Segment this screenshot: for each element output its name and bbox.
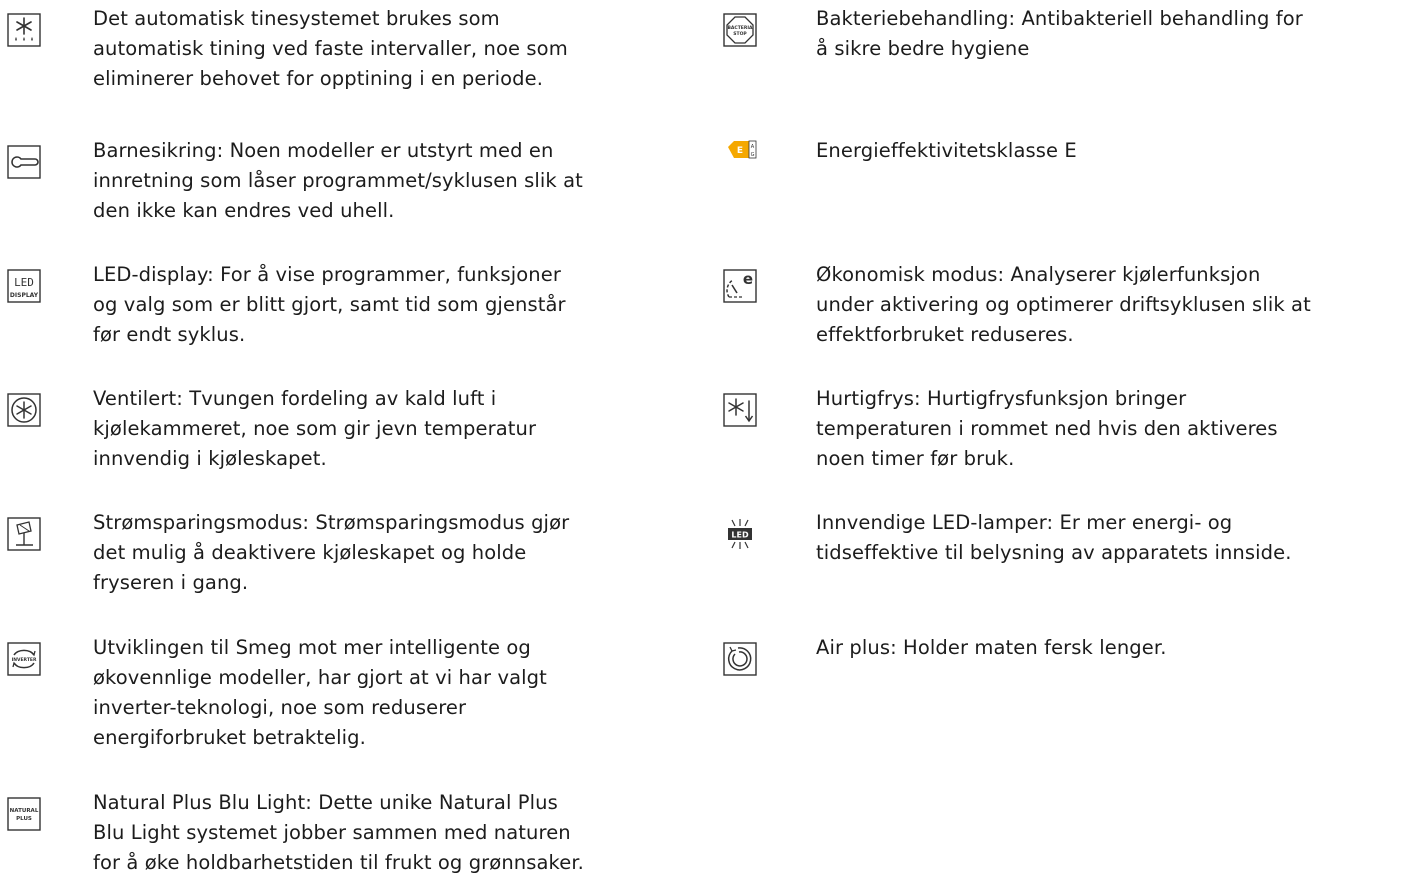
feature-text-line: før endt syklus. <box>93 323 246 346</box>
energy-class-icon: E A G <box>723 138 757 172</box>
eco-mode-icon-label: e <box>743 270 753 288</box>
led-display-icon-sublabel: DISPLAY <box>10 292 39 299</box>
feature-description: Ventilert: Tvungen fordeling av kald luf… <box>93 384 536 474</box>
feature-text-line: energiforbruket betraktelig. <box>93 726 366 749</box>
energy-scale-top: A <box>751 144 755 150</box>
feature-text-line: Utviklingen til Smeg mot mer intelligent… <box>93 636 531 659</box>
auto-defrost-icon <box>7 13 41 47</box>
feature-text-line: Barnesikring: Noen modeller er utstyrt m… <box>93 139 554 162</box>
feature-text-line: kjølekammeret, noe som gir jevn temperat… <box>93 417 537 440</box>
feature-description: Utviklingen til Smeg mot mer intelligent… <box>93 633 547 753</box>
interior-led-lamps-icon: LED <box>723 517 757 551</box>
feature-text-line: automatisk tining ved faste intervaller,… <box>93 37 568 60</box>
natural-plus-icon-sublabel: PLUS <box>16 816 32 822</box>
feature-text-line: Natural Plus Blu Light: Dette unike Natu… <box>93 791 558 814</box>
inverter-icon-label: INVERTER <box>12 657 37 663</box>
feature-text-line: Økonomisk modus: Analyserer kjølerfunksj… <box>816 263 1261 286</box>
feature-description: Det automatisk tinesystemet brukes som a… <box>93 4 568 94</box>
energy-scale-bottom: G <box>751 152 755 158</box>
feature-text-line: temperaturen i rommet ned hvis den aktiv… <box>816 417 1278 440</box>
feature-text-line: innretning som låser programmet/syklusen… <box>93 169 583 192</box>
feature-description: Barnesikring: Noen modeller er utstyrt m… <box>93 136 583 226</box>
feature-text-line: for å øke holdbarhetstiden til frukt og … <box>93 851 584 874</box>
feature-description: Økonomisk modus: Analyserer kjølerfunksj… <box>816 260 1311 350</box>
feature-description: Strømsparingsmodus: Strømsparingsmodus g… <box>93 508 569 598</box>
feature-text-line: tidseffektive til belysning av apparatet… <box>816 541 1292 564</box>
feature-text-line: Energieffektivitetsklasse E <box>816 139 1077 162</box>
feature-text-line: å sikre bedre hygiene <box>816 37 1030 60</box>
feature-text-line: den ikke kan endres ved uhell. <box>93 199 395 222</box>
feature-description: Hurtigfrys: Hurtigfrysfunksjon bringer t… <box>816 384 1278 474</box>
power-saving-icon <box>7 517 41 551</box>
ventilated-fan-icon <box>7 393 41 427</box>
feature-description: Energieffektivitetsklasse E <box>816 136 1077 166</box>
feature-text-line: eliminerer behovet for opptining i en pe… <box>93 67 544 90</box>
air-plus-icon <box>723 642 757 676</box>
feature-text-line: og valg som er blitt gjort, samt tid som… <box>93 293 566 316</box>
feature-text-line: Air plus: Holder maten fersk lenger. <box>816 636 1167 659</box>
feature-text-line: Ventilert: Tvungen fordeling av kald luf… <box>93 387 497 410</box>
feature-text-line: det mulig å deaktivere kjøleskapet og ho… <box>93 541 527 564</box>
feature-description: Air plus: Holder maten fersk lenger. <box>816 633 1167 663</box>
feature-text-line: innvendig i kjøleskapet. <box>93 447 327 470</box>
inverter-icon: INVERTER <box>7 642 41 676</box>
fast-freeze-icon <box>723 393 757 427</box>
feature-text-line: Det automatisk tinesystemet brukes som <box>93 7 500 30</box>
energy-class-letter: E <box>737 146 743 156</box>
feature-description: Innvendige LED-lamper: Er mer energi- og… <box>816 508 1292 568</box>
feature-text-line: under aktivering og optimerer driftsyklu… <box>816 293 1311 316</box>
bacteria-stop-icon-label: BACTERIA <box>728 25 753 31</box>
feature-text-line: Blu Light systemet jobber sammen med nat… <box>93 821 571 844</box>
feature-sheet: Det automatisk tinesystemet brukes som a… <box>0 0 1405 895</box>
feature-text-line: Innvendige LED-lamper: Er mer energi- og <box>816 511 1233 534</box>
feature-description: LED-display: For å vise programmer, funk… <box>93 260 566 350</box>
natural-plus-icon-label: NATURAL <box>10 808 39 814</box>
eco-mode-icon: e <box>723 269 757 303</box>
feature-description: Natural Plus Blu Light: Dette unike Natu… <box>93 788 584 878</box>
feature-text-line: Bakteriebehandling: Antibakteriell behan… <box>816 7 1303 30</box>
interior-led-icon-label: LED <box>731 531 749 540</box>
bacteria-stop-icon-sublabel: STOP <box>733 31 747 37</box>
feature-description: Bakteriebehandling: Antibakteriell behan… <box>816 4 1303 64</box>
feature-text-line: inverter-teknologi, noe som reduserer <box>93 696 467 719</box>
feature-text-line: økovennlige modeller, har gjort at vi ha… <box>93 666 547 689</box>
feature-text-line: fryseren i gang. <box>93 571 249 594</box>
bacteria-stop-icon: BACTERIA STOP <box>723 13 757 47</box>
child-lock-icon <box>7 145 41 179</box>
feature-text-line: Strømsparingsmodus: Strømsparingsmodus g… <box>93 511 570 534</box>
feature-text-line: effektforbruket reduseres. <box>816 323 1074 346</box>
feature-text-line: noen timer før bruk. <box>816 447 1015 470</box>
feature-text-line: LED-display: For å vise programmer, funk… <box>93 263 561 286</box>
natural-plus-icon: NATURAL PLUS <box>7 797 41 831</box>
feature-text-line: Hurtigfrys: Hurtigfrysfunksjon bringer <box>816 387 1187 410</box>
led-display-icon: LED DISPLAY <box>7 269 41 303</box>
led-display-icon-label: LED <box>14 276 34 289</box>
